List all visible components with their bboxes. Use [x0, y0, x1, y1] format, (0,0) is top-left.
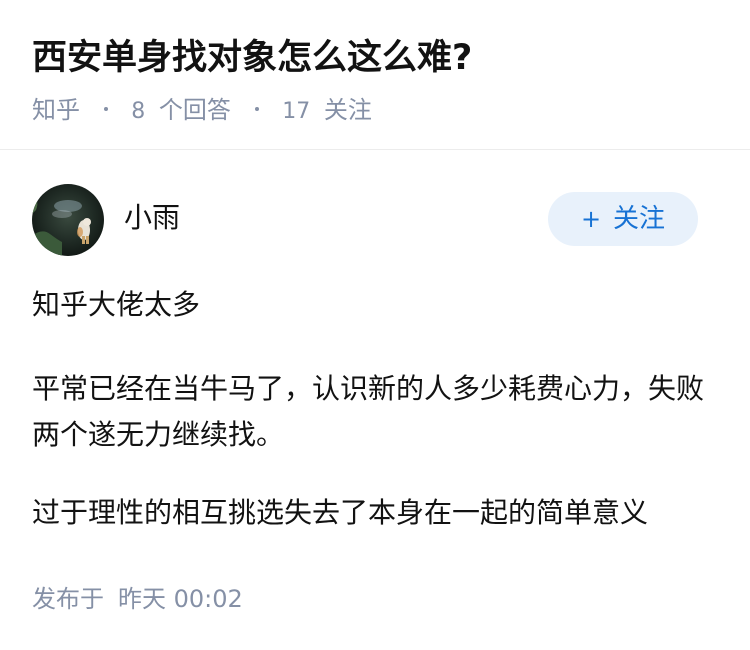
answer-page: 西安单身找对象怎么这么难? 知乎 8 个回答 17 关注 小雨 + 关注 知乎大…: [0, 0, 750, 650]
answers-count: 8: [131, 99, 146, 124]
answer-paragraph: 知乎大佬太多: [32, 288, 201, 321]
question-title[interactable]: 西安单身找对象怎么这么难?: [32, 34, 472, 82]
avatar-photo-icon: [32, 184, 104, 256]
question-meta: 知乎 8 个回答 17 关注: [32, 93, 372, 129]
follow-label: 关注: [613, 204, 666, 234]
follow-button[interactable]: + 关注: [548, 192, 698, 246]
source-label[interactable]: 知乎: [32, 96, 80, 124]
plus-icon: +: [580, 205, 602, 233]
author-name[interactable]: 小雨: [124, 200, 180, 236]
answers-label: 个回答: [158, 96, 231, 124]
answer-content: 知乎大佬太多 平常已经在当牛马了，认识新的人多少耗费心力，失败两个遂无力继续找。…: [32, 282, 718, 568]
followers-count: 17: [282, 99, 311, 124]
followers-label: 关注: [323, 96, 372, 124]
avatar[interactable]: [32, 184, 104, 256]
answer-paragraph: 过于理性的相互挑选失去了本身在一起的简单意义: [32, 496, 649, 529]
question-header: 西安单身找对象怎么这么难? 知乎 8 个回答 17 关注: [0, 0, 750, 150]
publish-prefix: 发布于: [32, 585, 104, 613]
answer-paragraph: 平常已经在当牛马了，认识新的人多少耗费心力，失败两个遂无力继续找。: [32, 372, 705, 451]
separator-dot: [254, 107, 259, 111]
publish-time: 发布于 昨天 00:02: [32, 582, 243, 616]
separator-dot: [103, 107, 108, 111]
author-row: 小雨 + 关注: [32, 184, 698, 256]
publish-timestamp: 昨天 00:02: [118, 585, 243, 613]
